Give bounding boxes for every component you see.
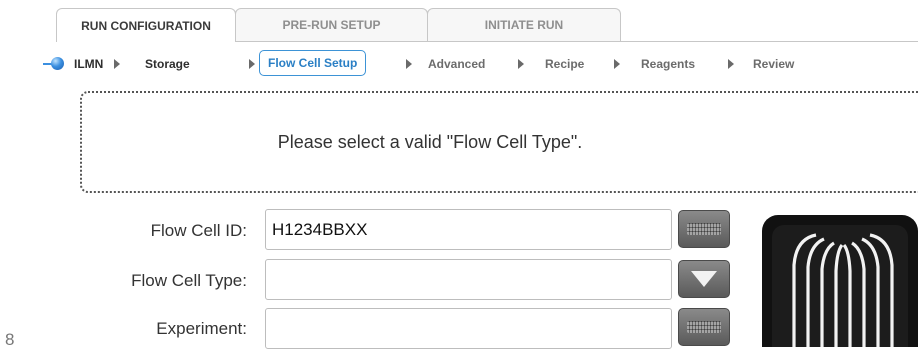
tab-bar: RUN CONFIGURATION PRE-RUN SETUP INITIATE… (56, 8, 918, 42)
flow-cell-id-input[interactable] (265, 209, 672, 250)
tab-label: PRE-RUN SETUP (282, 18, 381, 32)
validation-message-box: Please select a valid "Flow Cell Type". (80, 91, 918, 193)
step-reagents[interactable]: Reagents (641, 57, 695, 71)
chevron-right-icon (728, 59, 734, 69)
keyboard-icon (687, 321, 721, 333)
tab-label: INITIATE RUN (484, 18, 564, 32)
flow-cell-id-keyboard-button[interactable] (678, 210, 730, 248)
flow-cell-body (772, 225, 908, 347)
step-advanced[interactable]: Advanced (428, 57, 485, 71)
step-review[interactable]: Review (753, 57, 794, 71)
step-ilmn[interactable]: ILMN (74, 57, 103, 71)
keyboard-icon (687, 223, 721, 235)
chevron-right-icon (114, 59, 120, 69)
flow-cell-image (762, 215, 918, 347)
dropdown-arrow-icon (691, 271, 717, 287)
experiment-input[interactable] (265, 308, 672, 349)
chevron-right-icon (614, 59, 620, 69)
flow-cell-type-input[interactable] (265, 259, 672, 300)
experiment-keyboard-button[interactable] (678, 308, 730, 346)
tab-run-configuration[interactable]: RUN CONFIGURATION (56, 8, 236, 42)
flow-cell-type-dropdown-button[interactable] (678, 260, 730, 298)
chevron-right-icon (406, 59, 412, 69)
step-flow-cell-setup[interactable]: Flow Cell Setup (259, 50, 367, 76)
tab-label: RUN CONFIGURATION (81, 18, 211, 33)
step-storage[interactable]: Storage (145, 57, 190, 71)
progress-dot-icon (51, 57, 64, 70)
tab-pre-run-setup[interactable]: PRE-RUN SETUP (235, 8, 428, 41)
experiment-label: Experiment: (156, 319, 247, 338)
stray-glyph: 8 (5, 330, 15, 349)
chevron-right-icon (249, 59, 255, 69)
flow-cell-type-label: Flow Cell Type: (131, 271, 247, 290)
flow-cell-lanes-icon (792, 233, 894, 347)
step-recipe[interactable]: Recipe (545, 57, 584, 71)
tab-initiate-run[interactable]: INITIATE RUN (427, 8, 621, 41)
wizard-steps: ILMN Storage Flow Cell Setup Advanced Re… (0, 47, 918, 87)
chevron-right-icon (518, 59, 524, 69)
flow-cell-id-label: Flow Cell ID: (150, 221, 247, 240)
validation-message: Please select a valid "Flow Cell Type". (277, 131, 583, 152)
